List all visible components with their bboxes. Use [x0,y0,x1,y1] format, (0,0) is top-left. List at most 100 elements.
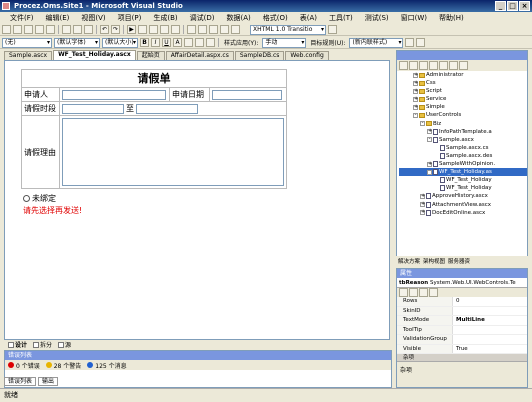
target-rule-combo[interactable]: (新内联样式) [349,37,404,48]
tree-item[interactable]: + InfoPathTemplate.a [399,128,527,136]
numbering-icon[interactable] [206,38,215,47]
solution-explorer-icon[interactable] [149,25,158,34]
close-button[interactable]: × [519,1,530,11]
solution-tab[interactable]: 架构视图 [423,257,445,265]
menu-item[interactable]: 工具(T) [323,12,359,24]
minimize-button[interactable]: _ [495,1,506,11]
messages-filter[interactable]: 125 个消息 [87,361,127,370]
property-value[interactable]: MultiLine [453,316,527,325]
tree-item[interactable]: Sample.ascx.des [399,152,527,160]
toolbox-icon[interactable] [171,25,180,34]
expander-icon[interactable]: + [427,161,432,167]
undo-icon[interactable]: ↶ [100,25,109,34]
tree-item[interactable]: + Css [399,79,527,87]
doc-tab[interactable]: AffairDetail.aspx.cs [165,51,234,60]
apply-date-input[interactable] [212,89,282,100]
font-color-icon[interactable]: A [173,38,182,47]
events-icon[interactable] [429,288,438,297]
expander-icon[interactable]: + [413,72,418,78]
property-row[interactable]: ValidationGroup [397,335,527,345]
show-all-files-icon[interactable] [409,61,418,70]
format-icon[interactable] [187,25,196,34]
menu-item[interactable]: 调试(D) [184,12,221,24]
tree-item[interactable]: + Script [399,87,527,95]
expander-icon[interactable]: - [413,113,418,119]
radio-button-icon[interactable] [23,195,30,202]
property-value[interactable] [453,307,527,316]
property-row[interactable]: ToolTip [397,325,527,335]
doc-tab[interactable]: WF_Test_Holiday.ascx [53,50,136,60]
source-view-tab[interactable]: 源 [58,340,71,349]
applicant-input[interactable] [62,89,166,100]
view-designer-icon[interactable] [439,61,448,70]
style-combo[interactable]: (无) [2,37,52,48]
bottom-tab[interactable]: 错误列表 [4,376,37,386]
expander-icon[interactable]: + [427,129,432,135]
menu-item[interactable]: 视图(V) [75,12,111,24]
period-start-input[interactable] [62,103,124,114]
expander-icon[interactable]: + [420,202,425,208]
expander-icon[interactable]: + [420,193,425,199]
menu-item[interactable]: 窗口(W) [395,12,433,24]
menu-item[interactable]: 帮助(H) [433,12,470,24]
menu-item[interactable]: 文件(F) [4,12,40,24]
expander-icon[interactable]: + [413,80,418,86]
property-value[interactable] [453,335,527,344]
bold-icon[interactable]: B [140,38,149,47]
menu-item[interactable]: 格式(O) [257,12,294,24]
cut-icon[interactable] [62,25,71,34]
expander-icon[interactable]: - [420,121,425,127]
tree-item[interactable]: + Simple [399,103,527,111]
tree-item[interactable]: - Sample.ascx [399,136,527,144]
start-debug-icon[interactable]: ▶ [127,25,136,34]
properties-icon[interactable] [399,61,408,70]
menu-item[interactable]: 生成(B) [147,12,183,24]
expander-icon[interactable]: + [413,88,418,94]
underline-icon[interactable]: U [162,38,171,47]
categorized-icon[interactable] [399,288,408,297]
expander-icon[interactable]: + [413,104,418,110]
menu-item[interactable]: 表(A) [294,12,323,24]
doc-tab[interactable]: SampleDB.cs [234,51,285,60]
design-view-tab[interactable]: 设计 [8,340,27,349]
italic-icon[interactable]: I [151,38,160,47]
expander-icon[interactable]: - [427,169,432,175]
property-value[interactable]: 0 [453,297,527,306]
tree-item[interactable]: - WF_Test_Holiday.as [399,168,527,177]
comment-icon[interactable] [220,25,229,34]
split-view-tab[interactable]: 拆分 [33,340,52,349]
expander-icon[interactable]: + [420,210,425,216]
indent-icon[interactable] [198,25,207,34]
open-icon[interactable] [24,25,33,34]
property-value[interactable] [453,326,527,335]
font-combo[interactable]: (默认字体) [54,37,100,48]
doc-tab[interactable]: Web.config [285,51,329,60]
tree-item[interactable]: WF_Test_Holiday [399,184,527,192]
maximize-button[interactable]: □ [507,1,518,11]
property-row[interactable]: TextMode MultiLine [397,316,527,326]
menu-item[interactable]: 编辑(E) [40,12,76,24]
property-row[interactable]: Visible True [397,344,527,354]
view-code-icon[interactable] [429,61,438,70]
redo-icon[interactable]: ↷ [111,25,120,34]
property-row[interactable]: SkinID [397,306,527,316]
period-end-input[interactable] [136,103,198,114]
warnings-filter[interactable]: 28 个警告 [45,361,81,370]
solution-tab[interactable]: 服务器资 [448,257,470,265]
tree-item[interactable]: + Administrator [399,71,527,79]
target-schema-combo[interactable]: XHTML 1.0 Transitio [250,24,326,35]
tree-item[interactable]: - Biz [399,120,527,128]
tree-item[interactable]: + SampleWithOpinion. [399,160,527,168]
tree-item[interactable]: + DocEditOnline.ascx [399,209,527,217]
design-surface[interactable]: 请假单 申请人 申请日期 请假时段 至 请假理由 未绑定 请先选择再发送! [4,60,390,340]
errors-filter[interactable]: 0 个错误 [8,361,40,370]
tree-item[interactable]: Sample.ascx.cs [399,144,527,152]
property-value[interactable]: True [453,345,527,354]
menu-item[interactable]: 项目(P) [112,12,148,24]
tree-item[interactable]: + Service [399,95,527,103]
bullets-icon[interactable] [195,38,204,47]
attach-style-icon[interactable] [416,38,426,47]
copy-icon[interactable] [73,25,82,34]
menu-item[interactable]: 数据(A) [220,12,256,24]
unbound-radio[interactable]: 未绑定 [23,193,56,204]
